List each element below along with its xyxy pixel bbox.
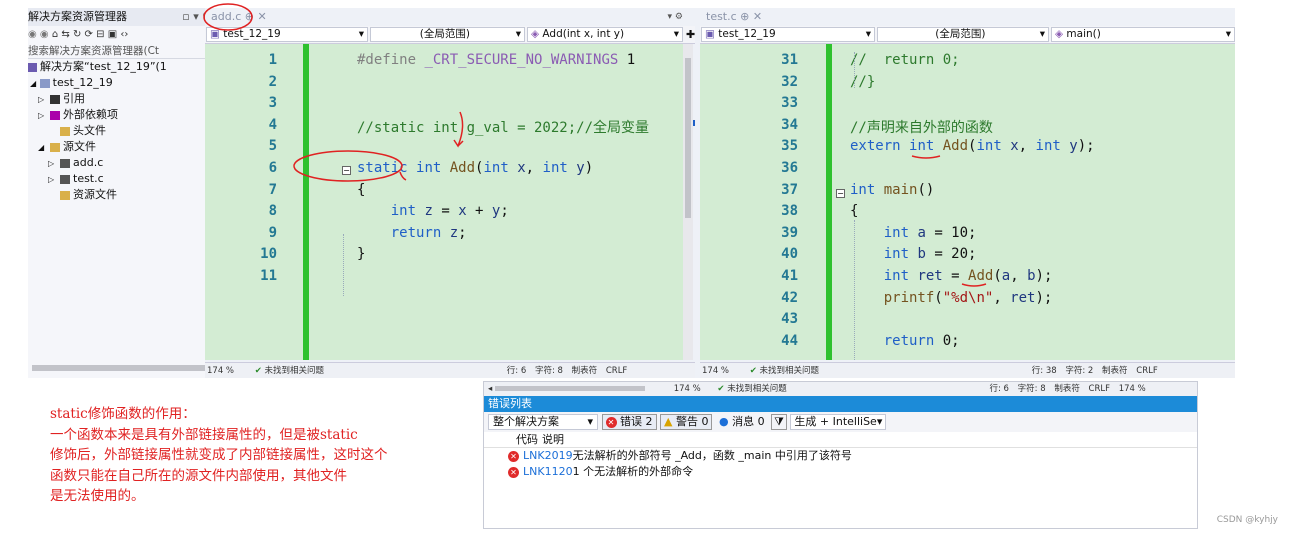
error-icon: ✕ (508, 450, 519, 462)
info-icon: ● (718, 415, 729, 428)
warnings-count: 警告 0 (675, 415, 709, 428)
hscroll-thumb[interactable] (494, 386, 645, 391)
editor-status-strip: ◂ 174 % ✔ 未找到相关问题 行: 6 字符: 8 制表符 CRLF 17… (484, 382, 1197, 396)
error-description: 1 个无法解析的外部命令 (572, 465, 694, 478)
note-line: static修饰函数的作用： (50, 406, 196, 422)
annotation-underline (911, 155, 941, 159)
error-list-title: 错误列表 (484, 396, 1197, 412)
messages-count: 消息 0 (732, 415, 765, 428)
note-line: 一个函数本来是具有外部链接属性的，但是被static (50, 426, 358, 443)
error-icon: ✕ (605, 416, 617, 428)
scope-filter-dropdown[interactable]: 整个解决方案 ▾ (488, 414, 598, 430)
error-icon: ✕ (508, 466, 519, 478)
column-description[interactable]: 说明 (542, 432, 564, 448)
issues-status[interactable]: 未找到相关问题 (727, 384, 787, 394)
line-number: 行: 6 (989, 384, 1009, 394)
scope-filter-value: 整个解决方案 (493, 415, 559, 428)
char-number: 字符: 8 (1017, 384, 1046, 394)
annotation-mark (399, 171, 407, 181)
error-list-columns: 代码 说明 (484, 432, 1197, 448)
warnings-filter-button[interactable]: ▲ 警告 0 (660, 414, 713, 430)
build-filter-dropdown[interactable]: 生成 + IntelliSe▾ (790, 414, 887, 430)
note-line: 修饰后，外部链接属性就变成了内部链接属性，这时这个 (50, 447, 388, 463)
tab-mode[interactable]: 制表符 (1048, 384, 1080, 394)
note-line: 是无法使用的。 (50, 488, 145, 504)
zoom-level-2[interactable]: 174 % (1113, 384, 1146, 394)
annotation-circle (293, 150, 403, 182)
column-code[interactable]: 代码 (516, 432, 538, 448)
error-row[interactable]: ✕ LNK2019无法解析的外部符号 _Add，函数 _main 中引用了该符号 (484, 448, 1197, 464)
annotation-note: static修饰函数的作用： 一个函数本来是具有外部链接属性的，但是被static… (50, 404, 490, 507)
line-ending[interactable]: CRLF (1083, 384, 1110, 394)
watermark: CSDN @kyhjy (1216, 515, 1278, 525)
scroll-left-icon[interactable]: ◂ (484, 384, 492, 394)
annotation-circle (203, 3, 253, 31)
errors-filter-button[interactable]: ✕ 错误 2 (601, 414, 657, 430)
warning-icon: ▲ (664, 415, 673, 428)
annotation-arrow (453, 111, 464, 148)
error-description: 无法解析的外部符号 _Add，函数 _main 中引用了该符号 (572, 449, 852, 462)
errors-count: 错误 2 (620, 415, 653, 428)
annotation-underline (961, 283, 987, 287)
note-line: 函数只能在自己所在的源文件内部使用，其他文件 (50, 467, 347, 484)
filter-icon[interactable]: ⧩ (771, 414, 787, 430)
check-icon: ✔ (717, 384, 725, 394)
zoom-level[interactable]: 174 % (648, 384, 701, 394)
error-list-toolbar: 整个解决方案 ▾ ✕ 错误 2 ▲ 警告 0 ● 消息 0 ⧩ 生成 + Inte… (484, 412, 1197, 432)
messages-filter-button[interactable]: ● 消息 0 (716, 415, 768, 428)
error-code[interactable]: LNK1120 (523, 465, 573, 478)
error-list-panel: ◂ 174 % ✔ 未找到相关问题 行: 6 字符: 8 制表符 CRLF 17… (483, 381, 1198, 529)
error-code[interactable]: LNK2019 (523, 449, 573, 462)
build-filter-value: 生成 + IntelliSe (794, 415, 877, 428)
error-row[interactable]: ✕ LNK11201 个无法解析的外部命令 (484, 464, 1197, 480)
